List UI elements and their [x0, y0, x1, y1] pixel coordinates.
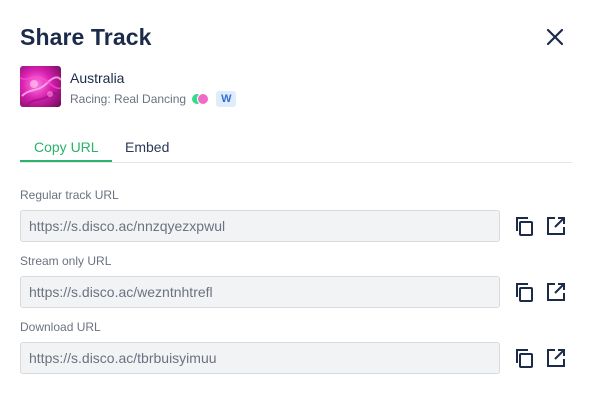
download-url-label: Download URL — [20, 320, 101, 334]
external-link-icon[interactable] — [545, 347, 567, 369]
pink-dot — [197, 93, 210, 105]
external-link-icon[interactable] — [545, 215, 567, 237]
active-tab-indicator — [20, 160, 112, 162]
copy-icon[interactable] — [513, 281, 535, 303]
status-dots-icon — [192, 93, 210, 105]
track-title: Australia — [70, 70, 125, 86]
regular-url-label: Regular track URL — [20, 188, 119, 202]
track-subtitle-row: Racing: Real Dancing W — [70, 91, 237, 107]
regular-url-input[interactable] — [20, 210, 500, 242]
track-info: Australia Racing: Real Dancing W — [20, 66, 420, 108]
album-artwork — [20, 66, 61, 107]
dialog-title: Share Track — [20, 24, 152, 50]
stream-url-input[interactable] — [20, 276, 500, 308]
stream-url-label: Stream only URL — [20, 254, 112, 268]
share-track-dialog: Share Track Australia Racing: Real Danci… — [0, 0, 593, 407]
track-badge: W — [216, 91, 237, 107]
tab-copy-url[interactable]: Copy URL — [34, 139, 99, 155]
track-subtitle: Racing: Real Dancing — [70, 92, 187, 106]
copy-icon[interactable] — [513, 347, 535, 369]
download-url-input[interactable] — [20, 342, 500, 374]
tab-embed[interactable]: Embed — [125, 139, 169, 155]
copy-icon[interactable] — [513, 215, 535, 237]
close-icon[interactable] — [544, 26, 566, 48]
external-link-icon[interactable] — [545, 281, 567, 303]
share-tabs: Copy URL Embed — [20, 130, 572, 163]
